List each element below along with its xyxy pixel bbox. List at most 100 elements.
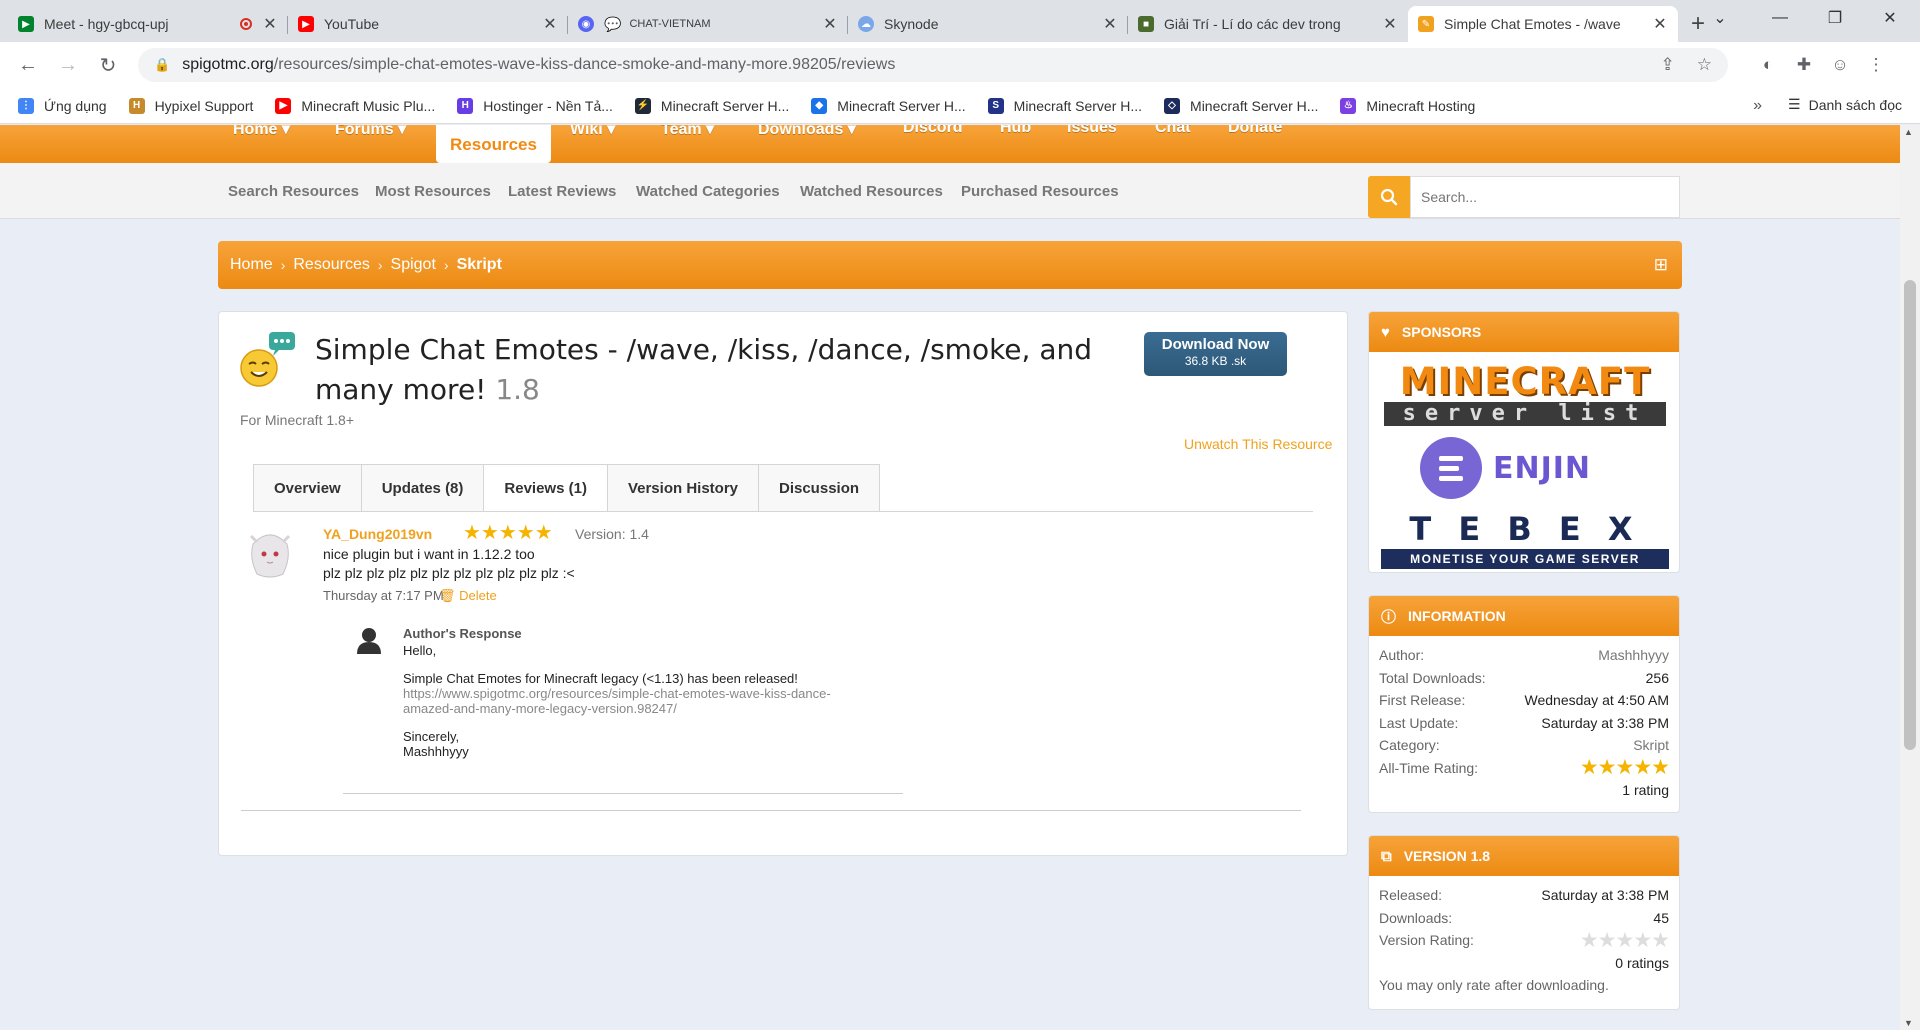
nav-team[interactable]: Team ▾ — [661, 125, 714, 139]
nav-chat[interactable]: Chat — [1155, 125, 1191, 137]
share-icon[interactable]: ⇪ — [1661, 55, 1675, 75]
nav-home[interactable]: Home ▾ — [233, 125, 290, 139]
search-button[interactable] — [1368, 176, 1410, 218]
bookmark-item[interactable]: ⚡ Minecraft Server H... — [634, 97, 789, 114]
browser-tab[interactable]: ■ Giải Trí - Lí do các dev trong ✕ — [1128, 6, 1408, 42]
sub-nav-purchased-resources[interactable]: Purchased Resources — [961, 183, 1119, 200]
sub-nav-search-resources[interactable]: Search Resources — [228, 183, 359, 200]
scroll-up-arrow-icon[interactable]: ▲ — [1904, 127, 1913, 137]
author-response: Author's Response Hello, Simple Chat Emo… — [343, 626, 903, 794]
bookmarks-bar: ⋮ Ứng dụng H Hypixel Support ▶ Minecraft Mu… — [0, 88, 1920, 124]
tab-updates[interactable]: Updates (8) — [360, 464, 484, 512]
extensions-puzzle-icon[interactable]: ✚ — [1786, 47, 1822, 83]
close-tab-icon[interactable]: ✕ — [822, 14, 838, 34]
review-username[interactable]: YA_Dung2019vn — [323, 526, 432, 542]
reading-list-button[interactable]: ☰ Danh sách đọc — [1788, 96, 1902, 113]
bookmark-item[interactable]: ♨ Minecraft Hosting — [1340, 97, 1475, 114]
trash-icon: 🗑 — [439, 588, 456, 603]
server-icon: ⚡ — [634, 97, 651, 114]
sitemap-icon[interactable]: ⊞ — [1654, 255, 1668, 275]
bookmark-item[interactable]: ▶ Minecraft Music Plu... — [275, 97, 435, 114]
restore-button[interactable]: ❐ — [1805, 0, 1865, 36]
sponsor-minecraft-server-list-logo[interactable]: MINECRAFT server list — [1381, 363, 1669, 426]
bookmark-item[interactable]: S Minecraft Server H... — [987, 97, 1142, 114]
extension-icon[interactable]: ◐ — [1750, 47, 1786, 83]
bookmarks-overflow-button[interactable]: » — [1753, 97, 1762, 115]
sub-nav-watched-categories[interactable]: Watched Categories — [636, 183, 780, 200]
close-window-button[interactable]: ✕ — [1860, 0, 1920, 36]
breadcrumb-skript[interactable]: Skript — [457, 256, 502, 274]
bookmark-item[interactable]: H Hypixel Support — [128, 97, 253, 114]
scroll-down-arrow-icon[interactable]: ▼ — [1904, 1018, 1913, 1028]
unwatch-resource-link[interactable]: Unwatch This Resource — [1184, 436, 1332, 452]
sub-nav-latest-reviews[interactable]: Latest Reviews — [508, 183, 616, 200]
response-greeting: Hello, — [403, 643, 437, 658]
close-tab-icon[interactable]: ✕ — [1652, 14, 1668, 34]
enjin-icon — [1420, 437, 1482, 499]
browser-tab[interactable]: ▶ YouTube ✕ — [288, 6, 568, 42]
breadcrumb-home[interactable]: Home — [230, 256, 273, 274]
spigot-icon: ✎ — [1418, 16, 1434, 32]
nav-forums[interactable]: Forums ▾ — [335, 125, 406, 139]
nav-resources[interactable]: Resources — [436, 125, 551, 163]
nav-wiki[interactable]: Wiki ▾ — [570, 125, 615, 139]
tab-search-icon[interactable]: ⌄ — [1690, 0, 1750, 36]
nav-hub[interactable]: Hub — [1000, 125, 1031, 137]
information-box: ⓘ INFORMATION Author: Mashhhyyy Total Dow… — [1368, 595, 1680, 813]
tab-version-history[interactable]: Version History — [606, 464, 758, 512]
sponsor-enjin-logo[interactable]: ENJIN — [1419, 434, 1639, 502]
close-tab-icon[interactable]: ✕ — [1382, 14, 1398, 34]
close-tab-icon[interactable]: ✕ — [262, 14, 278, 34]
google-meet-icon: ▶ — [18, 16, 34, 32]
minimize-button[interactable]: — — [1750, 0, 1810, 36]
close-tab-icon[interactable]: ✕ — [542, 14, 558, 34]
sponsor-tebex-logo[interactable]: T E B E X MONETISE YOUR GAME SERVER — [1381, 512, 1669, 570]
review-timestamp[interactable]: Thursday at 7:17 PM — [323, 588, 444, 603]
review-text-line: plz plz plz plz plz plz plz plz plz plz … — [323, 565, 575, 581]
tab-overview[interactable]: Overview — [253, 464, 361, 512]
server-icon: S — [987, 97, 1004, 114]
scrollbar-thumb[interactable] — [1904, 280, 1916, 750]
tab-reviews[interactable]: Reviews (1) — [483, 464, 607, 512]
response-link[interactable]: amazed-and-many-more-legacy-version.9824… — [403, 701, 677, 716]
browser-tab[interactable]: ☁ Skynode ✕ — [848, 6, 1128, 42]
menu-kebab-icon[interactable]: ⋮ — [1858, 47, 1894, 83]
bookmark-apps[interactable]: ⋮ Ứng dụng — [18, 97, 107, 114]
back-button[interactable]: ← — [8, 45, 48, 85]
nav-discord[interactable]: Discord — [903, 125, 963, 137]
download-now-button[interactable]: Download Now 36.8 KB .sk — [1144, 332, 1287, 376]
bookmark-item[interactable]: ◆ Minecraft Server H... — [811, 97, 966, 114]
nav-donate[interactable]: Donate — [1228, 125, 1282, 137]
nav-issues[interactable]: Issues — [1067, 125, 1117, 137]
tab-discussion[interactable]: Discussion — [758, 464, 881, 512]
breadcrumb-resources[interactable]: Resources — [293, 256, 369, 274]
forward-button[interactable]: → — [48, 45, 88, 85]
bookmark-item[interactable]: H Hostinger - Nền Tả... — [457, 97, 613, 114]
browser-tab[interactable]: ▶ Meet - hgy-gbcq-upj ✕ — [8, 6, 288, 42]
site-navigation: Home ▾ Forums ▾ Resources Wiki ▾ Team ▾ … — [0, 125, 1900, 163]
response-link[interactable]: https://www.spigotmc.org/resources/simpl… — [403, 686, 831, 701]
version-row-rating-count: 0 ratings — [1615, 954, 1669, 971]
page-scrollbar[interactable]: ▲ ▼ — [1900, 125, 1920, 1030]
profile-avatar[interactable]: ☺ — [1822, 47, 1858, 83]
close-tab-icon[interactable]: ✕ — [1102, 14, 1118, 34]
version-rating-stars[interactable]: ★★★★★ — [1580, 928, 1670, 953]
download-label: Download Now — [1161, 336, 1270, 353]
address-bar[interactable]: 🔒 spigotmc.org /resources/simple-chat-em… — [138, 48, 1728, 82]
info-row-last-update: Last Update: Saturday at 3:38 PM — [1379, 714, 1669, 731]
avatar[interactable] — [245, 524, 295, 582]
browser-tab-active[interactable]: ✎ Simple Chat Emotes - /wave ✕ — [1408, 6, 1678, 42]
review-delete-link[interactable]: 🗑 Delete — [439, 588, 497, 604]
nav-downloads[interactable]: Downloads ▾ — [758, 125, 856, 139]
bookmark-item[interactable]: ◇ Minecraft Server H... — [1164, 97, 1318, 114]
reload-button[interactable]: ↻ — [88, 45, 128, 85]
sub-nav-watched-resources[interactable]: Watched Resources — [800, 183, 943, 200]
bookmark-star-icon[interactable]: ☆ — [1697, 55, 1712, 75]
resource-subtitle: For Minecraft 1.8+ — [240, 412, 354, 428]
search-input[interactable] — [1410, 176, 1680, 218]
breadcrumb-spigot[interactable]: Spigot — [391, 256, 436, 274]
breadcrumb: Home › Resources › Spigot › Skript ⊞ — [218, 241, 1682, 289]
browser-tab[interactable]: ◉ 💬 CHAT-VIETNAM ✕ — [568, 6, 848, 42]
resource-emote-icon — [240, 332, 295, 387]
sub-nav-most-resources[interactable]: Most Resources — [375, 183, 491, 200]
